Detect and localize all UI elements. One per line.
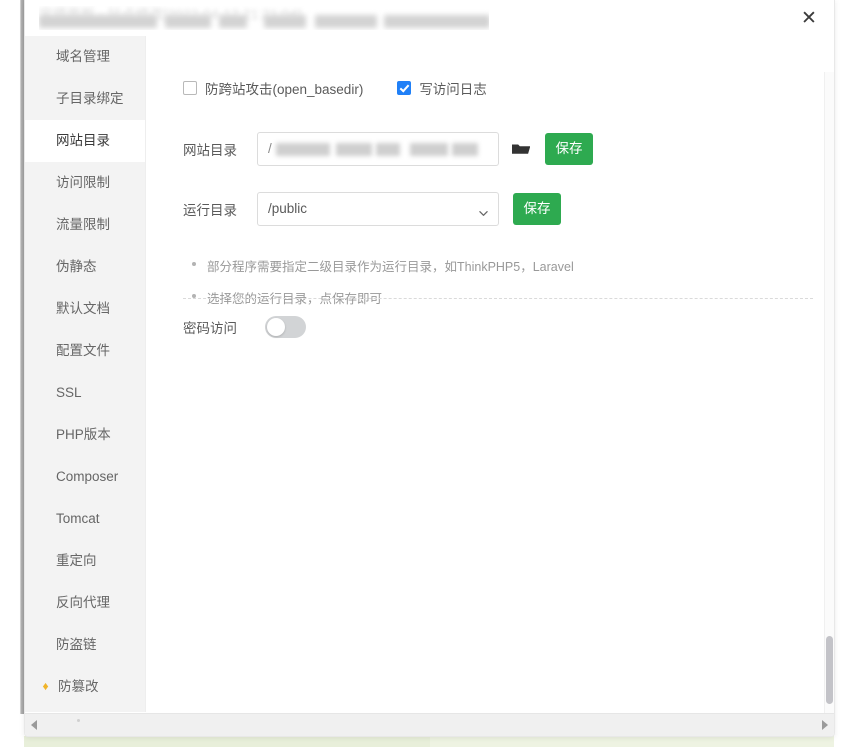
sidebar-item-label: 域名管理	[56, 49, 110, 64]
dialog-vertical-scrollbar-thumb[interactable]	[826, 636, 833, 704]
scroll-marker-dot	[77, 719, 80, 722]
page-backdrop	[0, 0, 22, 747]
site-directory-label: 网站目录	[183, 143, 237, 158]
hint-list: 部分程序需要指定二级目录作为运行目录，如ThinkPHP5，Laravel 选择…	[191, 256, 791, 320]
sidebar-item-label: Tomcat	[56, 511, 100, 526]
sidebar-item-label: PHP版本	[56, 427, 111, 442]
path-redaction-block	[376, 143, 400, 156]
sidebar-item-0[interactable]: 域名管理	[25, 36, 145, 78]
sidebar-item-label: 网站目录	[56, 133, 110, 148]
site-directory-row: 网站目录 / 保存	[183, 132, 593, 166]
password-access-row: 密码访问	[183, 316, 306, 338]
sidebar-item-2[interactable]: 网站目录	[25, 120, 145, 162]
sidebar-item-12[interactable]: 重定向	[25, 540, 145, 582]
sidebar-item-label: 反向代理	[56, 595, 110, 610]
title-redaction-block	[165, 15, 211, 28]
checkbox-write-access-log-label[interactable]: 写访问日志	[419, 78, 487, 98]
sidebar-item-6[interactable]: 默认文档	[25, 288, 145, 330]
screen: 宝塔面板 - 站点修改[2022-04-12 21:21:04] ✕ 域名管理子…	[0, 0, 842, 747]
sidebar-item-11[interactable]: Tomcat	[25, 498, 145, 540]
save-site-directory-button[interactable]: 保存	[545, 133, 593, 165]
sidebar-item-10[interactable]: Composer	[25, 456, 145, 498]
sidebar-item-label: 流量限制	[56, 217, 110, 232]
dialog-body: 域名管理子目录绑定网站目录访问限制流量限制伪静态默认文档配置文件 SSL PHP版本…	[25, 36, 834, 736]
toggle-knob	[267, 318, 285, 336]
site-directory-input[interactable]: /	[257, 132, 499, 166]
dialog-vertical-scrollbar[interactable]	[824, 72, 834, 736]
checkbox-write-access-log[interactable]	[397, 81, 412, 95]
dialog-sidebar: 域名管理子目录绑定网站目录访问限制流量限制伪静态默认文档配置文件 SSL PHP版本…	[25, 36, 145, 712]
site-settings-dialog: 宝塔面板 - 站点修改[2022-04-12 21:21:04] ✕ 域名管理子…	[24, 0, 835, 737]
sidebar-item-7[interactable]: 配置文件	[25, 330, 145, 372]
dialog-content-panel: 防跨站攻击(open_basedir) 写访问日志 网站目录 / 保存 运行目录…	[145, 36, 834, 712]
dialog-title-redacted: 宝塔面板 - 站点修改[2022-04-12 21:21:04]	[39, 6, 489, 30]
run-directory-row: 运行目录 /public/ 保存	[183, 192, 561, 226]
sidebar-item-9[interactable]: PHP版本	[25, 414, 145, 456]
dialog-titlebar: 宝塔面板 - 站点修改[2022-04-12 21:21:04] ✕	[25, 0, 834, 37]
sidebar-item-4[interactable]: 流量限制	[25, 204, 145, 246]
scroll-right-arrow-icon[interactable]	[822, 720, 828, 730]
dialog-horizontal-scrollbar[interactable]	[25, 713, 834, 736]
hint-item: 部分程序需要指定二级目录作为运行目录，如ThinkPHP5，Laravel	[191, 256, 791, 275]
path-redaction-block	[452, 143, 478, 156]
run-directory-label: 运行目录	[183, 203, 237, 218]
path-redaction-block	[276, 143, 330, 156]
run-directory-select[interactable]: /public/	[257, 192, 499, 226]
sidebar-item-14[interactable]: 防盗链	[25, 624, 145, 666]
sidebar-item-5[interactable]: 伪静态	[25, 246, 145, 288]
section-divider	[183, 298, 813, 299]
run-directory-select-wrap: /public/	[257, 192, 499, 226]
title-redaction-block	[315, 15, 377, 28]
options-row: 防跨站攻击(open_basedir) 写访问日志	[183, 78, 487, 98]
scroll-left-arrow-icon[interactable]	[31, 720, 37, 730]
title-redaction-block	[384, 15, 489, 28]
checkbox-open-basedir[interactable]	[183, 81, 197, 95]
sidebar-item-8[interactable]: SSL	[25, 372, 145, 414]
sidebar-item-label: SSL	[56, 385, 82, 400]
title-redaction-block	[219, 15, 247, 28]
sidebar-item-label: 访问限制	[56, 175, 110, 190]
save-run-directory-button[interactable]: 保存	[513, 193, 561, 225]
path-redaction-block	[336, 143, 372, 156]
sidebar-item-label: 默认文档	[56, 301, 110, 316]
title-redaction-block	[264, 15, 306, 28]
sidebar-item-label: 配置文件	[56, 343, 110, 358]
title-redaction-block	[39, 15, 157, 28]
path-redaction-block	[410, 143, 448, 156]
site-directory-value-prefix: /	[268, 141, 272, 156]
sidebar-item-label: 重定向	[56, 553, 97, 568]
sidebar-item-3[interactable]: 访问限制	[25, 162, 145, 204]
password-access-toggle[interactable]	[265, 316, 306, 338]
sidebar-item-label: Composer	[56, 469, 119, 484]
password-access-label: 密码访问	[183, 321, 237, 336]
sidebar-item-1[interactable]: 子目录绑定	[25, 78, 145, 120]
close-icon[interactable]: ✕	[798, 8, 820, 30]
sidebar-item-13[interactable]: 反向代理	[25, 582, 145, 624]
sidebar-item-label: 防盗链	[56, 637, 97, 652]
sidebar-item-15[interactable]: ♦ 防篡改	[25, 666, 145, 708]
sidebar-item-label: 防篡改	[58, 679, 99, 694]
sidebar-item-label: 子目录绑定	[56, 91, 124, 106]
folder-icon[interactable]	[511, 139, 531, 159]
vip-diamond-icon: ♦	[42, 679, 49, 693]
sidebar-item-label: 伪静态	[56, 259, 97, 274]
checkbox-open-basedir-label[interactable]: 防跨站攻击(open_basedir)	[205, 78, 363, 98]
